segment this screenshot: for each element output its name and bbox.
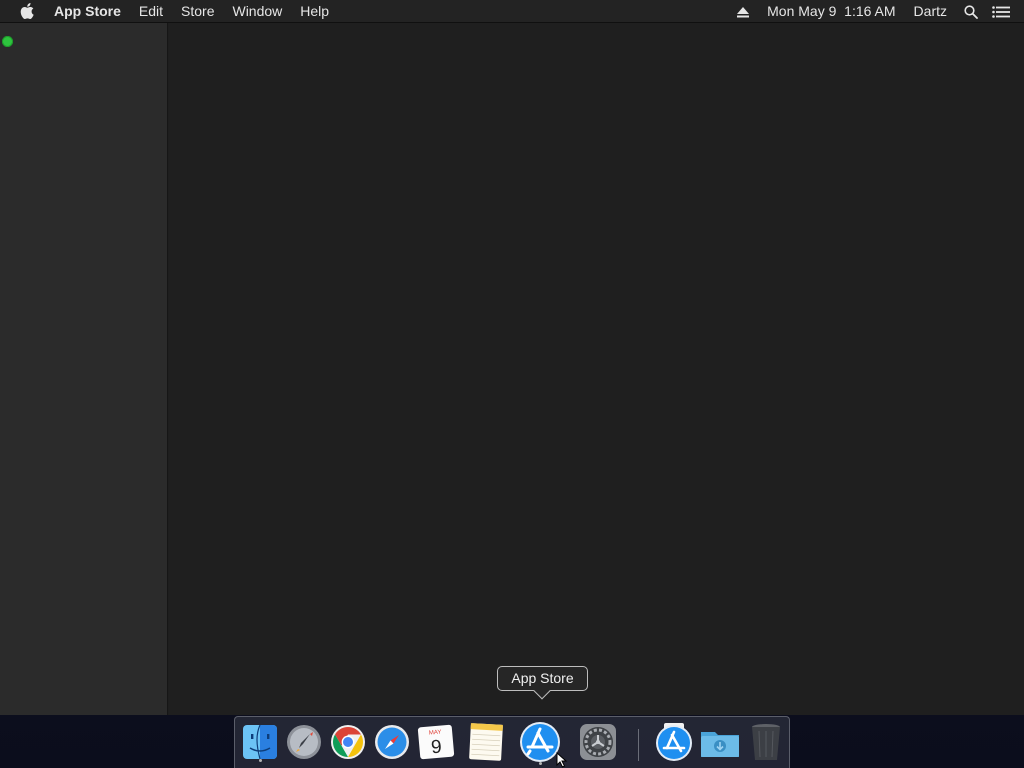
notification-center-icon: [992, 5, 1010, 18]
dock-item-chrome[interactable]: [327, 721, 369, 763]
dock-item-downloads[interactable]: [699, 721, 741, 763]
dock-item-app-store[interactable]: [519, 721, 561, 765]
menu-user[interactable]: Dartz: [905, 0, 956, 23]
eject-menu[interactable]: [728, 0, 758, 23]
dock-tooltip: App Store: [497, 666, 588, 700]
apple-menu[interactable]: [0, 0, 54, 23]
mouse-cursor-icon: [556, 752, 568, 768]
dock-item-launchpad[interactable]: [283, 721, 325, 763]
launchpad-icon: [287, 725, 321, 759]
finder-icon: [243, 724, 277, 760]
dock-item-safari[interactable]: [371, 721, 413, 763]
app-store-icon: [520, 722, 560, 762]
notification-center-menu[interactable]: [986, 0, 1016, 23]
running-indicator: [258, 759, 262, 762]
dock-separator: [638, 729, 639, 761]
dock-item-calendar[interactable]: MAY 9: [415, 721, 457, 763]
chrome-icon: [331, 725, 365, 759]
dock-item-notes[interactable]: [465, 721, 507, 763]
downloads-folder-icon: [701, 732, 739, 757]
dock-item-app-store-download[interactable]: [653, 721, 695, 763]
apple-logo-icon: [20, 3, 34, 19]
dock-item-trash[interactable]: [745, 721, 787, 763]
desktop: App Store Edit Store Window Help Mon May…: [0, 0, 1024, 768]
menu-edit[interactable]: Edit: [130, 0, 172, 23]
trash-icon: [752, 724, 780, 760]
menu-clock[interactable]: Mon May 9 1:16 AM: [758, 0, 904, 23]
menu-bar: App Store Edit Store Window Help Mon May…: [0, 0, 1024, 23]
calendar-icon: MAY 9: [417, 724, 455, 760]
system-preferences-icon: [580, 724, 616, 760]
window-zoom-button[interactable]: [2, 36, 13, 47]
calendar-day: 9: [430, 737, 442, 759]
running-indicator: [538, 762, 542, 765]
eject-icon: [737, 6, 750, 17]
notes-icon: [469, 723, 503, 761]
dock-item-finder[interactable]: [239, 721, 281, 763]
sidebar: [0, 23, 168, 715]
menu-store[interactable]: Store: [172, 0, 223, 23]
menu-app-name[interactable]: App Store: [54, 0, 130, 23]
dock: MAY 9: [234, 716, 790, 768]
app-store-download-icon: [656, 723, 692, 761]
calendar-month: MAY: [429, 729, 442, 736]
menu-bar-status-area: Mon May 9 1:16 AM Dartz: [728, 0, 1024, 23]
spotlight-menu[interactable]: [956, 0, 986, 23]
dock-item-system-preferences[interactable]: [577, 721, 619, 763]
menu-window[interactable]: Window: [223, 0, 291, 23]
safari-icon: [375, 725, 409, 759]
spotlight-search-icon: [964, 4, 978, 19]
app-store-window: [0, 23, 1024, 715]
main-content-area: [169, 23, 1024, 715]
menu-help[interactable]: Help: [291, 0, 338, 23]
